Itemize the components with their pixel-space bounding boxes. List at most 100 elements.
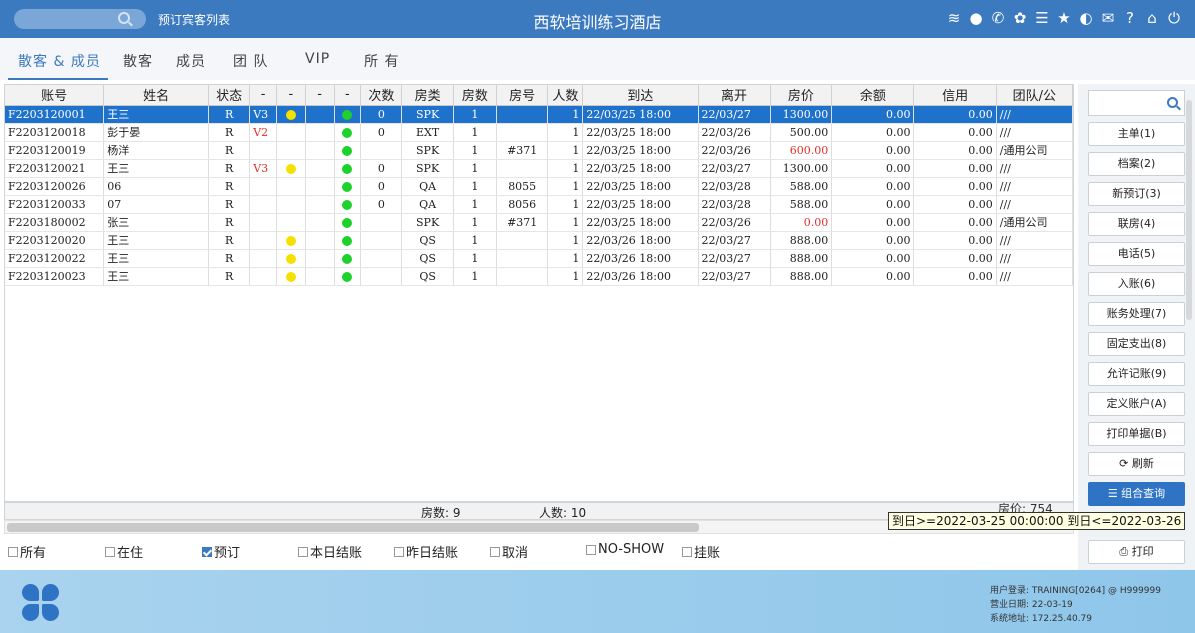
table-row[interactable]: F2203180002 张三 R SPK 1 #371 1 22/03/25 18:00 22/… — [5, 213, 1073, 232]
mail-icon[interactable]: ✉ — [1099, 8, 1117, 28]
tab-vip[interactable]: VIP — [305, 51, 330, 67]
table-row[interactable]: F2203120018 彭于晏 R V2 0 EXT 1 1 22/03/25 18:00 22/… — [5, 123, 1073, 142]
action-button[interactable]: 入账(6) — [1088, 272, 1185, 296]
filter-checkbox[interactable]: 取消 — [490, 542, 528, 561]
cell-departure: 22/03/28 — [698, 177, 771, 196]
tab-all[interactable]: 所 有 — [364, 51, 399, 71]
filter-checkbox[interactable]: 昨日结账 — [394, 542, 458, 561]
action-button[interactable]: 新预订(3) — [1088, 182, 1185, 206]
cell-group: /// — [996, 177, 1073, 196]
cell-rate: 1300.00 — [770, 105, 833, 124]
chat-icon[interactable]: ● — [967, 8, 985, 28]
column-header[interactable]: 团队/公 — [996, 85, 1073, 106]
menu-icon[interactable]: ☰ — [1033, 8, 1051, 28]
action-button[interactable]: 主单(1) — [1088, 122, 1185, 146]
phone-icon[interactable]: ✆ — [989, 8, 1007, 28]
cell-times — [360, 249, 403, 268]
column-header[interactable]: 状态 — [208, 85, 251, 106]
cell-name: 07 — [103, 195, 210, 214]
checkbox-icon[interactable] — [298, 546, 308, 557]
horizontal-scroll-thumb[interactable] — [7, 523, 699, 532]
action-button[interactable]: 账务处理(7) — [1088, 302, 1185, 326]
green-status-dot-icon — [342, 181, 353, 192]
cell-room-number: #371 — [496, 213, 549, 232]
checkbox-icon[interactable] — [202, 546, 212, 557]
system-address: 系统地址: 172.25.40.79 — [990, 614, 1093, 624]
column-header[interactable]: 信用 — [913, 85, 997, 106]
table-row[interactable]: F2203120033 07 R 0 QA 1 8056 1 22/03/25 18:00 22/… — [5, 195, 1073, 214]
action-button[interactable]: 定义账户(A) — [1088, 392, 1185, 416]
filter-checkbox[interactable]: 本日结账 — [298, 542, 362, 561]
column-header[interactable]: 房类 — [401, 85, 454, 106]
cell-room-count: 1 — [453, 249, 497, 268]
checkbox-icon[interactable] — [8, 546, 18, 557]
column-header[interactable]: 人数 — [547, 85, 584, 106]
filter-checkbox[interactable]: NO-SHOW — [586, 542, 664, 557]
print-button[interactable]: ⎙ 打印 — [1088, 540, 1185, 564]
filter-checkbox[interactable]: 在住 — [105, 542, 143, 561]
checkbox-icon[interactable] — [105, 546, 115, 557]
checkbox-icon[interactable] — [586, 544, 596, 555]
action-button[interactable]: 固定支出(8) — [1088, 332, 1185, 356]
column-header[interactable]: - — [249, 85, 277, 106]
tab-fit[interactable]: 散客 — [123, 51, 153, 71]
action-button[interactable]: 档案(2) — [1088, 152, 1185, 176]
filter-checkbox[interactable]: 所有 — [8, 542, 46, 561]
combined-query-button[interactable]: ☰ 组合查询 — [1088, 482, 1185, 506]
refresh-button[interactable]: ⟳ 刷新 — [1088, 452, 1185, 476]
cell-vip-level — [249, 267, 277, 286]
table-row[interactable]: F2203120023 王三 R QS 1 1 22/03/26 18:00 22/03/27… — [5, 267, 1073, 286]
cell-name: 杨洋 — [103, 141, 210, 160]
column-header[interactable]: 账号 — [5, 85, 105, 106]
action-button[interactable]: 电话(5) — [1088, 242, 1185, 266]
panel-scrollbar[interactable] — [1186, 100, 1192, 320]
cell-status: R — [208, 123, 251, 142]
table-row[interactable]: F2203120021 王三 R V3 0 SPK 1 1 22/03/25 18:00 22/0… — [5, 159, 1073, 178]
wifi-icon[interactable]: ≋ — [945, 8, 963, 28]
cell-room-type: QS — [401, 231, 454, 250]
table-row[interactable]: F2203120001 王三 R V3 0 SPK 1 1 22/03/25 18:00 22/0… — [5, 105, 1073, 124]
column-header[interactable]: 姓名 — [103, 85, 210, 106]
power-icon[interactable]: ⏻ — [1165, 8, 1183, 28]
column-header[interactable]: - — [305, 85, 335, 106]
table-row[interactable]: F2203120020 王三 R QS 1 1 22/03/26 18:00 22/03/27… — [5, 231, 1073, 250]
cell-vip-level — [249, 177, 277, 196]
help-icon[interactable]: ? — [1121, 8, 1139, 28]
tab-fit-and-members[interactable]: 散客 & 成员 — [18, 51, 101, 71]
column-header[interactable]: 房数 — [453, 85, 497, 106]
table-row[interactable]: F2203120026 06 R 0 QA 1 8055 1 22/03/25 18:00 22/… — [5, 177, 1073, 196]
action-button[interactable]: 打印单据(B) — [1088, 422, 1185, 446]
action-button[interactable]: 允许记账(9) — [1088, 362, 1185, 386]
cell-balance: 0.00 — [831, 159, 915, 178]
tab-members[interactable]: 成员 — [176, 51, 206, 71]
table-row[interactable]: F2203120022 王三 R QS 1 1 22/03/26 18:00 22/03/27… — [5, 249, 1073, 268]
panel-search-input[interactable] — [1088, 90, 1185, 116]
column-header[interactable]: 到达 — [582, 85, 699, 106]
filter-checkbox[interactable]: 挂账 — [682, 542, 720, 561]
checkbox-icon[interactable] — [394, 546, 404, 557]
printer-icon: ⎙ — [1119, 545, 1132, 558]
column-header[interactable]: - — [334, 85, 362, 106]
cell-account: F2203120022 — [5, 249, 105, 268]
column-header[interactable]: 次数 — [360, 85, 403, 106]
tab-group[interactable]: 团 队 — [233, 51, 268, 71]
checkbox-icon[interactable] — [490, 546, 500, 557]
star-icon[interactable]: ★ — [1055, 8, 1073, 28]
checkbox-icon[interactable] — [682, 546, 692, 557]
column-header[interactable]: 房价 — [770, 85, 833, 106]
cell-rate: 888.00 — [770, 267, 833, 286]
palette-icon[interactable]: ✿ — [1011, 8, 1029, 28]
guest-table[interactable]: 账号 姓名 状态 - - - - 次数 房类 房数 房号 人数 到达 离开 房价 余额 信用 团队/公 F2203… — [4, 84, 1074, 502]
home-icon[interactable]: ⌂ — [1143, 8, 1161, 28]
moon-icon[interactable]: ◐ — [1077, 8, 1095, 28]
cell-group: /// — [996, 231, 1073, 250]
column-header[interactable]: 余额 — [831, 85, 915, 106]
column-header[interactable]: 离开 — [698, 85, 771, 106]
column-header[interactable]: - — [276, 85, 306, 106]
cell-vip-level: V3 — [249, 105, 277, 124]
action-button[interactable]: 联房(4) — [1088, 212, 1185, 236]
cell-rate: 888.00 — [770, 249, 833, 268]
filter-checkbox[interactable]: 预订 — [202, 542, 240, 561]
column-header[interactable]: 房号 — [496, 85, 549, 106]
table-row[interactable]: F2203120019 杨洋 R SPK 1 #371 1 22/03/25 18:00 22/… — [5, 141, 1073, 160]
